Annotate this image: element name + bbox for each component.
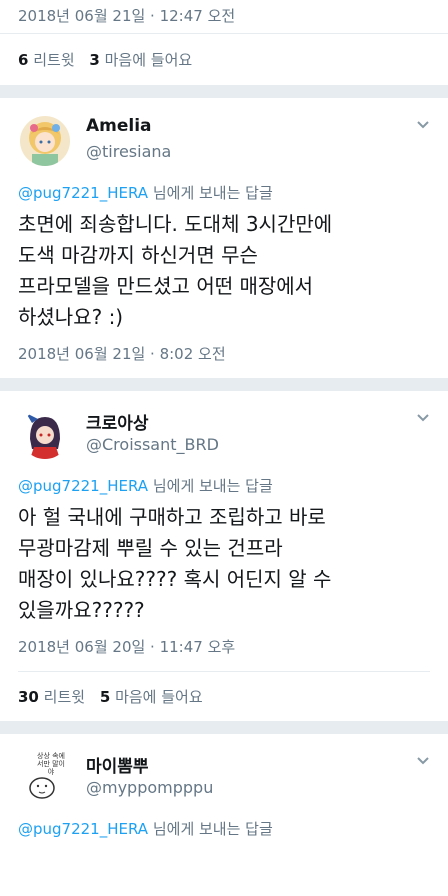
tweet-text: 아 헐 국내에 구매하고 조립하고 바로 무광마감제 뿌릴 수 있는 건프라 매… bbox=[18, 505, 332, 622]
reply-mention-link[interactable]: @pug7221_HERA bbox=[18, 820, 148, 838]
tweet-timestamp[interactable]: 2018년 06월 21일 · 8:02 오전 bbox=[18, 343, 430, 378]
chevron-down-icon[interactable] bbox=[416, 754, 430, 768]
chevron-down-icon[interactable] bbox=[416, 118, 430, 132]
reply-context: @pug7221_HERA 님에게 보내는 답글 bbox=[18, 818, 430, 839]
tweet-timestamp: 2018년 06월 21일 · 12:47 오전 bbox=[0, 0, 448, 34]
display-name[interactable]: 크로아상 bbox=[86, 409, 149, 434]
reply-context: @pug7221_HERA 님에게 보내는 답글 bbox=[18, 182, 430, 203]
avatar-caption: 상상 속에서만 말이야 bbox=[37, 752, 65, 776]
section-separator bbox=[0, 86, 448, 98]
tweet-stats: 6 리트윗 3 마음에 들어요 bbox=[0, 34, 448, 86]
retweet-count[interactable]: 6 bbox=[18, 51, 28, 69]
chevron-down-icon[interactable] bbox=[416, 411, 430, 425]
retweet-count[interactable]: 30 bbox=[18, 688, 39, 706]
like-label[interactable]: 마음에 들어요 bbox=[115, 688, 203, 706]
timestamp-text: 2018년 06월 21일 · 12:47 오전 bbox=[18, 7, 236, 25]
section-separator bbox=[0, 379, 448, 391]
tweet-stats: 30 리트윗 5 마음에 들어요 bbox=[0, 672, 448, 722]
reply-tweet[interactable]: 크로아상 @Croissant_BRD @pug7221_HERA 님에게 보내… bbox=[0, 391, 448, 672]
tweet-timestamp[interactable]: 2018년 06월 20일 · 11:47 오후 bbox=[18, 636, 430, 672]
reply-suffix: 님에게 보내는 답글 bbox=[152, 477, 273, 495]
user-handle[interactable]: @Croissant_BRD bbox=[86, 435, 219, 454]
tweet-text: 초면에 죄송합니다. 도대체 3시간만에 도색 마감까지 하신거면 무슨 프라모… bbox=[18, 212, 333, 329]
reply-tweet[interactable]: Amelia @tiresiana @pug7221_HERA 님에게 보내는 … bbox=[0, 98, 448, 379]
avatar[interactable]: 상상 속에서만 말이야 bbox=[20, 752, 70, 802]
section-separator bbox=[0, 722, 448, 734]
user-handle[interactable]: @tiresiana bbox=[86, 142, 171, 161]
reply-mention-link[interactable]: @pug7221_HERA bbox=[18, 477, 148, 495]
avatar[interactable] bbox=[20, 409, 70, 459]
tweet-header: 상상 속에서만 말이야 마이뽐뿌 @myppompppu bbox=[18, 734, 430, 814]
like-count[interactable]: 3 bbox=[89, 51, 99, 69]
like-count[interactable]: 5 bbox=[100, 688, 110, 706]
like-label[interactable]: 마음에 들어요 bbox=[105, 51, 193, 69]
avatar[interactable] bbox=[20, 116, 70, 166]
tweet-header: 크로아상 @Croissant_BRD bbox=[18, 391, 430, 471]
retweet-label[interactable]: 리트윗 bbox=[44, 688, 85, 706]
retweet-label[interactable]: 리트윗 bbox=[33, 51, 74, 69]
display-name[interactable]: Amelia bbox=[86, 116, 152, 136]
reply-context: @pug7221_HERA 님에게 보내는 답글 bbox=[18, 475, 430, 496]
tweet-thread: 2018년 06월 21일 · 12:47 오전 6 리트윗 3 마음에 들어요 bbox=[0, 0, 448, 896]
display-name[interactable]: 마이뽐뿌 bbox=[86, 752, 149, 777]
reply-tweet[interactable]: 상상 속에서만 말이야 마이뽐뿌 @myppompppu @pug7221_HE… bbox=[0, 734, 448, 839]
reply-mention-link[interactable]: @pug7221_HERA bbox=[18, 184, 148, 202]
reply-suffix: 님에게 보내는 답글 bbox=[152, 820, 273, 838]
reply-suffix: 님에게 보내는 답글 bbox=[152, 184, 273, 202]
tweet-header: Amelia @tiresiana bbox=[18, 98, 430, 178]
user-handle[interactable]: @myppompppu bbox=[86, 778, 213, 797]
